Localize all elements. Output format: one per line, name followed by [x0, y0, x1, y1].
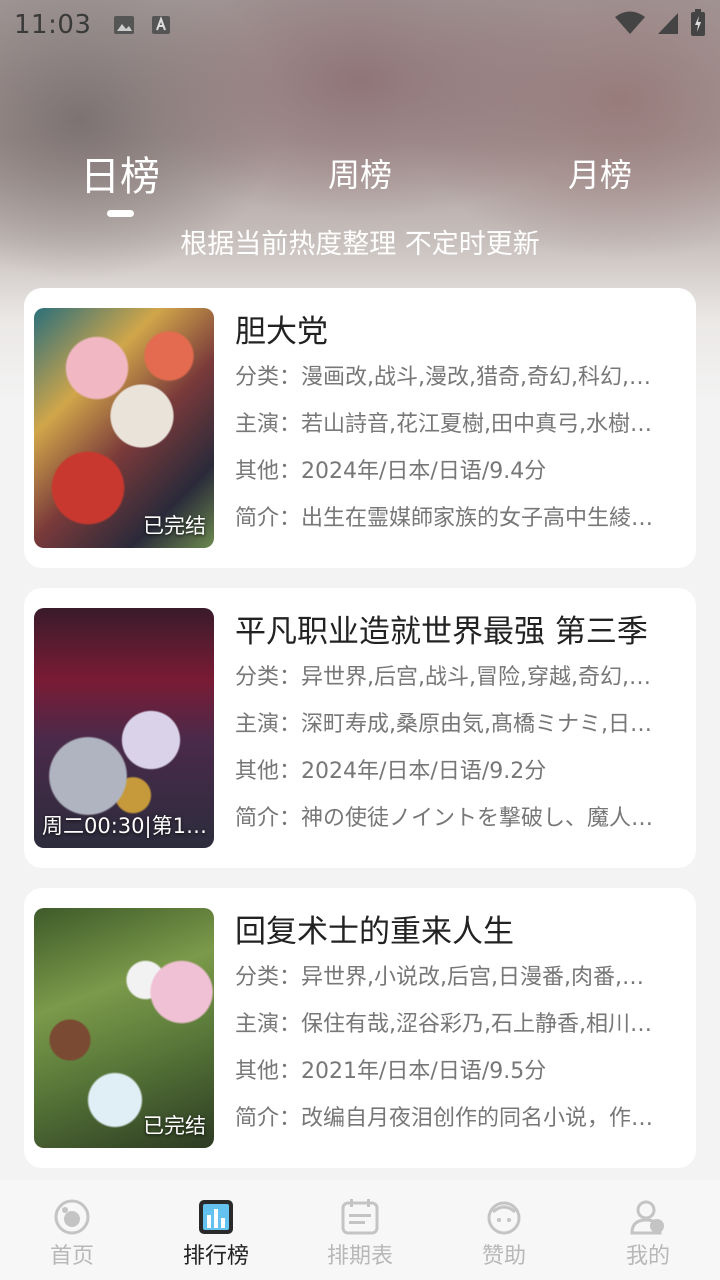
anime-genre: 分类：异世界,后宫,战斗,冒险,穿越,奇幻,…: [235, 665, 651, 690]
nav-profile[interactable]: 我的: [576, 1180, 720, 1280]
text-notification-icon: [151, 15, 171, 35]
gallery-notification-icon: [113, 15, 135, 35]
anime-card[interactable]: 已完结 胆大党 分类：漫画改,战斗,漫改,猎奇,奇幻,科幻,… 主演：若山詩音,…: [24, 288, 696, 568]
anime-genre: 分类：漫画改,战斗,漫改,猎奇,奇幻,科幻,…: [235, 365, 651, 390]
tab-indicator: [107, 210, 134, 217]
nav-label: 排行榜: [182, 1244, 249, 1269]
bottom-navigation: 首页 排行榜 排期表 赞助 我的: [0, 1180, 720, 1280]
nav-label: 首页: [49, 1244, 94, 1269]
anime-title: 回复术士的重来人生: [235, 914, 514, 950]
anime-poster: 已完结: [34, 308, 214, 548]
status-time: 11:03: [14, 10, 92, 40]
anime-card[interactable]: 已完结 回复术士的重来人生 分类：异世界,小说改,后宫,日漫番,肉番,… 主演：…: [24, 888, 696, 1168]
anime-cast: 主演：深町寿成,桑原由気,髙橋ミナミ,日…: [235, 712, 652, 737]
poster-badge: 已完结: [143, 1114, 206, 1138]
anime-cast: 主演：若山詩音,花江夏樹,田中真弓,水樹…: [235, 412, 652, 437]
nav-label: 赞助: [481, 1244, 526, 1269]
ranking-icon: [199, 1200, 233, 1234]
sponsor-icon: [487, 1201, 521, 1235]
tab-monthly[interactable]: 月榜: [520, 150, 680, 196]
anime-other: 其他：2024年/日本/日语/9.2分: [235, 759, 547, 784]
tab-weekly[interactable]: 周榜: [280, 150, 440, 196]
poster-badge: 周二00:30|第11…: [42, 814, 208, 838]
anime-genre: 分类：异世界,小说改,后宫,日漫番,肉番,…: [235, 965, 644, 990]
ranking-subtitle: 根据当前热度整理 不定时更新: [180, 229, 540, 260]
status-bar: 11:03: [0, 0, 720, 50]
ranking-list: 已完结 胆大党 分类：漫画改,战斗,漫改,猎奇,奇幻,科幻,… 主演：若山詩音,…: [24, 288, 696, 1188]
calendar-icon: [341, 1199, 379, 1235]
home-icon: [54, 1199, 90, 1235]
nav-label: 排期表: [326, 1244, 393, 1269]
anime-intro: 简介：出生在霊媒師家族的女子高中生綾…: [235, 506, 654, 531]
poster-badge: 已完结: [143, 514, 206, 538]
anime-cast: 主演：保住有哉,涩谷彩乃,石上静香,相川…: [235, 1012, 652, 1037]
anime-title: 平凡职业造就世界最强 第三季: [235, 614, 648, 650]
anime-card[interactable]: 周二00:30|第11… 平凡职业造就世界最强 第三季 分类：异世界,后宫,战斗…: [24, 588, 696, 868]
anime-title: 胆大党: [235, 314, 328, 350]
signal-icon: [656, 11, 680, 39]
anime-other: 其他：2021年/日本/日语/9.5分: [235, 1059, 547, 1084]
nav-home[interactable]: 首页: [0, 1180, 144, 1280]
tab-daily[interactable]: 日榜: [40, 144, 200, 202]
nav-ranking[interactable]: 排行榜: [144, 1180, 288, 1280]
anime-intro: 简介：改编自月夜泪创作的同名小说，作…: [235, 1106, 654, 1131]
profile-icon: [630, 1200, 664, 1235]
anime-poster: 周二00:30|第11…: [34, 608, 214, 848]
nav-schedule[interactable]: 排期表: [288, 1180, 432, 1280]
nav-label: 我的: [625, 1244, 670, 1269]
wifi-icon: [614, 11, 646, 39]
anime-poster: 已完结: [34, 908, 214, 1148]
anime-intro: 简介：神の使徒ノイントを撃破し、魔人…: [235, 806, 654, 831]
battery-icon: [690, 9, 706, 41]
nav-sponsor[interactable]: 赞助: [432, 1180, 576, 1280]
anime-other: 其他：2024年/日本/日语/9.4分: [235, 459, 547, 484]
